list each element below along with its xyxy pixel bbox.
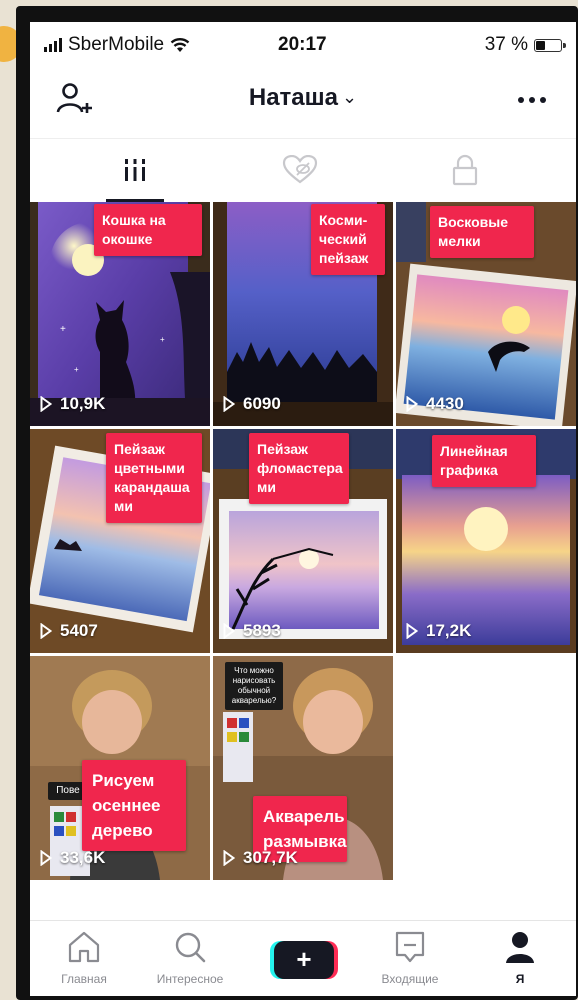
overlay-note: Что можно нарисовать обычной акварелью? <box>225 662 283 710</box>
tab-liked[interactable] <box>240 139 360 201</box>
view-count: 17,2K <box>406 621 471 641</box>
chevron-down-icon: ⌄ <box>342 87 358 107</box>
heart-hidden-icon <box>282 155 318 184</box>
video-title-label: Восковые мелки <box>430 206 534 258</box>
status-right: 37 % <box>484 34 566 56</box>
profile-icon <box>506 932 534 963</box>
home-icon <box>68 931 100 963</box>
view-count: 5407 <box>40 621 98 641</box>
nav-discover[interactable]: Интересное <box>140 931 240 986</box>
play-icon <box>40 396 52 412</box>
video-title-label: Рисуем осеннее дерево <box>82 760 186 851</box>
battery-percent: 37 % <box>484 34 528 55</box>
view-count: 307,7K <box>223 848 298 868</box>
profile-tabs <box>30 138 576 202</box>
view-count: 4430 <box>406 394 464 414</box>
clock: 20:17 <box>278 34 327 55</box>
status-bar: SberMobile 20:17 37 % <box>30 22 576 66</box>
video-tile[interactable]: Что можно нарисовать обычной акварелью? … <box>213 656 393 880</box>
svg-text:+: + <box>160 335 165 344</box>
view-count-value: 17,2K <box>426 621 472 640</box>
profile-header: Наташа ⌄ <box>30 70 576 134</box>
bottom-navigation: Главная Интересное + Входящие Я <box>30 920 576 996</box>
play-icon <box>223 850 235 866</box>
status-left: SberMobile <box>44 34 190 56</box>
nav-profile-label: Я <box>515 972 525 986</box>
search-icon <box>175 932 206 963</box>
video-tile[interactable]: Пове Рисуем осеннее дерево 33,6K <box>30 656 210 880</box>
view-count: 5893 <box>223 621 281 641</box>
view-count-value: 33,6K <box>60 848 106 867</box>
tab-videos[interactable] <box>75 139 195 201</box>
lock-icon <box>452 154 478 186</box>
video-title-label: Косми-ческий пейзаж <box>311 204 385 275</box>
video-tile[interactable]: Косми-ческий пейзаж 6090 <box>213 202 393 426</box>
video-tile[interactable]: + + + Кошка на окошке 10,9K <box>30 202 210 426</box>
nav-discover-label: Интересное <box>156 972 224 986</box>
play-icon <box>223 396 235 412</box>
view-count: 6090 <box>223 394 281 414</box>
play-icon <box>40 623 52 639</box>
video-tile[interactable]: Пейзаж фломастера ми 5893 <box>213 429 393 653</box>
carrier-name: SberMobile <box>68 34 165 55</box>
wifi-icon <box>170 38 190 52</box>
nav-inbox[interactable]: Входящие <box>360 931 460 986</box>
view-count: 10,9K <box>40 394 105 414</box>
nav-home-label: Главная <box>61 972 107 986</box>
video-title-label: Линейная графика <box>432 435 536 487</box>
video-title-label: Кошка на окошке <box>94 204 202 256</box>
video-tile[interactable]: Пейзаж цветными карандаша ми 5407 <box>30 429 210 653</box>
video-title-label: Пейзаж цветными карандаша ми <box>106 433 202 523</box>
nav-inbox-label: Входящие <box>381 972 439 986</box>
battery-icon <box>534 38 566 52</box>
nav-profile[interactable]: Я <box>470 931 570 986</box>
inbox-icon <box>395 931 425 963</box>
play-icon <box>40 850 52 866</box>
video-title-label: Пейзаж фломастера ми <box>249 433 349 504</box>
view-count-value: 5893 <box>243 621 281 640</box>
play-icon <box>406 623 418 639</box>
view-count-value: 5407 <box>60 621 98 640</box>
grid-icon <box>125 159 145 181</box>
view-count-value: 10,9K <box>60 394 106 413</box>
tab-private[interactable] <box>405 139 525 201</box>
profile-username: Наташа <box>248 84 339 111</box>
signal-icon <box>44 38 62 52</box>
tiktok-profile-screen: SberMobile 20:17 37 % Наташа ⌄ + + + Кош… <box>30 22 576 996</box>
nav-home[interactable]: Главная <box>34 931 134 986</box>
view-count-value: 6090 <box>243 394 281 413</box>
play-icon <box>406 396 418 412</box>
view-count-value: 4430 <box>426 394 464 413</box>
svg-text:+: + <box>74 365 79 374</box>
svg-text:+: + <box>60 324 66 335</box>
view-count: 33,6K <box>40 848 105 868</box>
play-icon <box>223 623 235 639</box>
create-video-button[interactable]: + <box>274 941 334 979</box>
more-options-icon[interactable] <box>512 80 552 120</box>
view-count-value: 307,7K <box>243 848 298 867</box>
video-tile[interactable]: Восковые мелки 4430 <box>396 202 576 426</box>
video-tile[interactable]: Линейная графика 17,2K <box>396 429 576 653</box>
account-switcher[interactable]: Наташа ⌄ <box>30 84 576 112</box>
